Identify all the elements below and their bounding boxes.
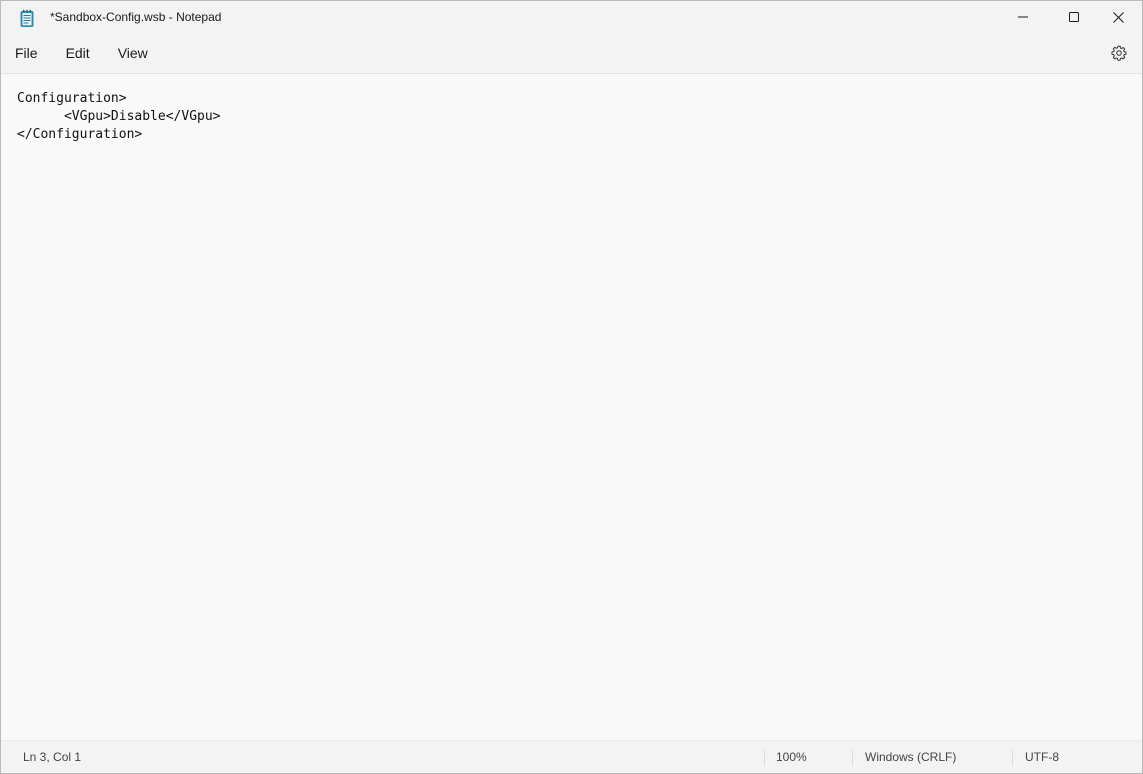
title-bar[interactable]: *Sandbox-Config.wsb - Notepad [1,1,1142,33]
maximize-icon [1069,12,1079,22]
menu-edit[interactable]: Edit [53,39,103,67]
close-button[interactable] [1095,1,1141,33]
minimize-icon [1018,16,1028,18]
cursor-position: Ln 3, Col 1 [23,750,82,764]
status-divider [852,749,853,766]
notepad-window: *Sandbox-Config.wsb - Notepad File Edit … [0,0,1143,774]
menu-bar: File Edit View [1,33,1142,74]
menu-file[interactable]: File [2,39,51,67]
notepad-icon [19,9,35,27]
status-divider [1012,749,1013,766]
zoom-level[interactable]: 100% [776,741,807,773]
settings-button[interactable] [1102,36,1136,70]
minimize-button[interactable] [1000,1,1046,33]
menu-view[interactable]: View [105,39,161,67]
text-editor[interactable]: Configuration> <VGpu>Disable</VGpu> </Co… [1,74,1142,740]
line-ending[interactable]: Windows (CRLF) [865,741,956,773]
encoding[interactable]: UTF-8 [1025,741,1059,773]
window-title: *Sandbox-Config.wsb - Notepad [50,10,222,24]
status-divider [764,749,765,766]
maximize-button[interactable] [1051,1,1097,33]
editor-content[interactable]: Configuration> <VGpu>Disable</VGpu> </Co… [17,90,221,144]
status-bar: Ln 3, Col 1 100% Windows (CRLF) UTF-8 [1,740,1142,773]
gear-icon [1111,45,1127,61]
close-icon [1112,11,1124,23]
